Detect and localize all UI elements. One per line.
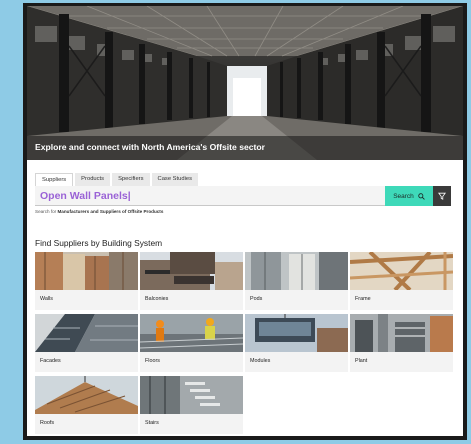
- category-label: Pods: [250, 296, 263, 302]
- search-hint-bold: Manufacturers and Suppliers of Offsite P…: [57, 209, 164, 214]
- device-frame: Explore and connect with North America's…: [23, 3, 467, 440]
- filter-icon: [438, 192, 446, 200]
- search-hint: Search for Manufacturers and Suppliers o…: [35, 209, 163, 214]
- category-label: Frame: [355, 296, 371, 302]
- search-button[interactable]: Search: [385, 186, 433, 206]
- stairs-image: [140, 376, 243, 414]
- category-label: Roofs: [40, 420, 55, 426]
- tab-products[interactable]: Products: [75, 173, 111, 187]
- search-input-value: Open Wall Panels|: [40, 190, 131, 202]
- category-card-pods[interactable]: Pods: [245, 252, 348, 310]
- category-label: Facades: [40, 358, 61, 364]
- tab-case-studies[interactable]: Case Studies: [151, 173, 198, 187]
- category-card-facades[interactable]: Facades: [35, 314, 138, 372]
- hero-caption-bar: Explore and connect with North America's…: [27, 136, 463, 160]
- tab-suppliers[interactable]: Suppliers: [35, 173, 74, 187]
- category-card-stairs[interactable]: Stairs: [140, 376, 243, 434]
- hero-title: Explore and connect with North America's…: [35, 142, 265, 152]
- roofs-image: [35, 376, 138, 414]
- frame-image: [350, 252, 453, 290]
- search-button-label: Search: [393, 192, 414, 200]
- category-label: Floors: [145, 358, 160, 364]
- balconies-image: [140, 252, 243, 290]
- category-card-frame[interactable]: Frame: [350, 252, 453, 310]
- category-card-floors[interactable]: Floors: [140, 314, 243, 372]
- category-card-modules[interactable]: Modules: [245, 314, 348, 372]
- category-label: Plant: [355, 358, 368, 364]
- filter-button[interactable]: [433, 186, 451, 206]
- category-card-balconies[interactable]: Balconies: [140, 252, 243, 310]
- walls-image: [35, 252, 138, 290]
- search-bar: Open Wall Panels| Search: [35, 186, 455, 206]
- category-label: Modules: [250, 358, 271, 364]
- modules-image: [245, 314, 348, 352]
- hero-banner: Explore and connect with North America's…: [27, 6, 463, 160]
- pods-image: [245, 252, 348, 290]
- search-tabs: Suppliers Products Specifiers Case Studi…: [35, 173, 200, 187]
- category-card-roofs[interactable]: Roofs: [35, 376, 138, 434]
- web-page: Explore and connect with North America's…: [27, 6, 463, 436]
- plant-image: [350, 314, 453, 352]
- floors-image: [140, 314, 243, 352]
- facades-image: [35, 314, 138, 352]
- search-input[interactable]: Open Wall Panels|: [35, 186, 385, 206]
- section-title: Find Suppliers by Building System: [35, 238, 163, 248]
- tab-specifiers[interactable]: Specifiers: [112, 173, 150, 187]
- search-icon: [418, 192, 425, 200]
- category-label: Walls: [40, 296, 53, 302]
- category-label: Stairs: [145, 420, 159, 426]
- category-label: Balconies: [145, 296, 169, 302]
- category-card-plant[interactable]: Plant: [350, 314, 453, 372]
- category-card-walls[interactable]: Walls: [35, 252, 138, 310]
- search-hint-prefix: Search for: [35, 209, 58, 214]
